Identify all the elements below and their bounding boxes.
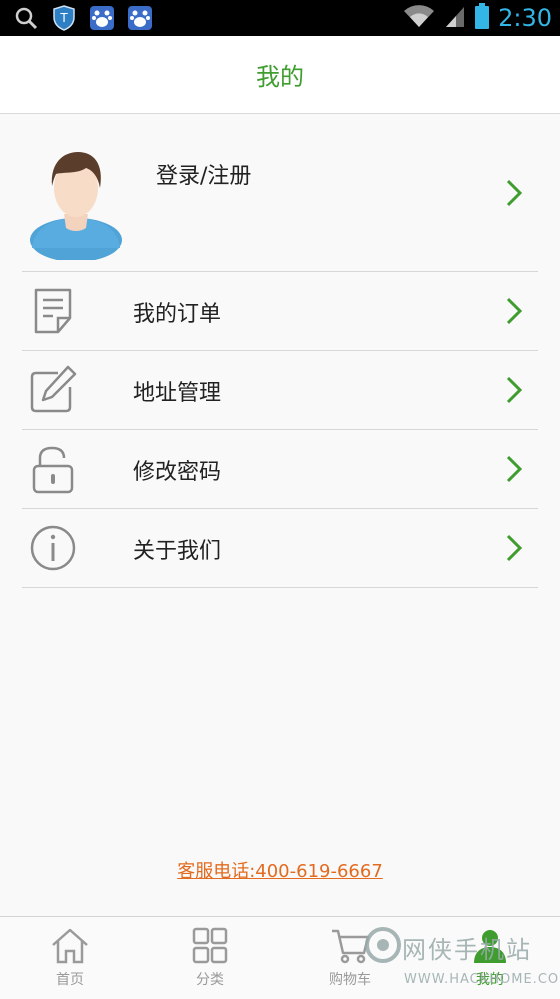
page-title: 我的 xyxy=(256,63,304,91)
status-left-icons: T xyxy=(12,4,154,32)
menu-item-label: 我的订单 xyxy=(133,302,222,327)
info-icon xyxy=(30,525,76,571)
login-register-label[interactable]: 登录/注册 xyxy=(156,158,251,190)
watermark-logo-icon xyxy=(365,927,401,963)
document-icon xyxy=(34,288,72,334)
watermark-subtext: WWW.HACKHOME.COM xyxy=(404,972,560,987)
chevron-right-icon xyxy=(506,179,523,207)
home-icon xyxy=(52,928,88,964)
page-header: 我的 xyxy=(0,36,560,114)
baidu-paw-icon xyxy=(126,4,154,32)
shield-icon: T xyxy=(50,4,78,32)
hotline-link[interactable]: 客服电话:400-619-6667 xyxy=(177,861,383,882)
customer-service-hotline[interactable]: 客服电话:400-619-6667 xyxy=(0,857,560,883)
status-right: 2:30 xyxy=(402,0,552,36)
status-time: 2:30 xyxy=(498,4,552,32)
profile-login-row[interactable]: 登录/注册 xyxy=(0,114,560,271)
grid-icon xyxy=(192,927,228,964)
battery-icon xyxy=(474,2,490,34)
tab-home[interactable]: 首页 xyxy=(0,917,140,999)
tab-label: 首页 xyxy=(56,972,84,988)
watermark: 网侠手机站 WWW.HACKHOME.COM xyxy=(360,922,560,998)
svg-text:T: T xyxy=(59,11,68,25)
chevron-right-icon xyxy=(506,455,523,483)
wifi-icon xyxy=(402,3,436,33)
menu-item-about-us[interactable]: 关于我们 xyxy=(0,509,560,587)
menu-item-label: 地址管理 xyxy=(133,381,222,406)
edit-icon xyxy=(30,365,77,413)
chevron-right-icon xyxy=(506,297,523,325)
menu-item-label: 修改密码 xyxy=(133,460,222,485)
menu-item-address-management[interactable]: 地址管理 xyxy=(0,351,560,429)
menu-item-label: 关于我们 xyxy=(133,539,222,564)
menu-item-change-password[interactable]: 修改密码 xyxy=(0,430,560,508)
tab-label: 分类 xyxy=(196,972,224,988)
menu-item-my-orders[interactable]: 我的订单 xyxy=(0,272,560,350)
baidu-paw-icon xyxy=(88,4,116,32)
avatar xyxy=(30,152,122,260)
search-icon xyxy=(12,4,40,32)
unlock-icon xyxy=(32,446,74,494)
chevron-right-icon xyxy=(506,534,523,562)
signal-icon xyxy=(444,3,466,33)
divider xyxy=(22,587,538,588)
tab-category[interactable]: 分类 xyxy=(140,917,280,999)
watermark-text: 网侠手机站 xyxy=(402,936,532,964)
status-bar: T 2:30 xyxy=(0,0,560,36)
chevron-right-icon xyxy=(506,376,523,404)
